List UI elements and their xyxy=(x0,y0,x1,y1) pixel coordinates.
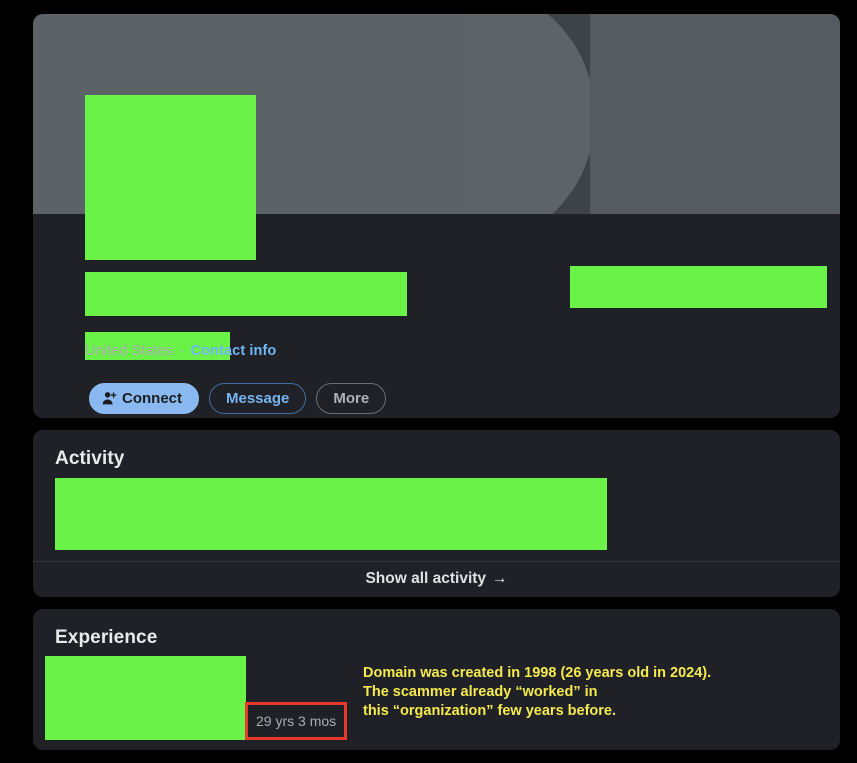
avatar[interactable] xyxy=(85,95,256,260)
connect-button-label: Connect xyxy=(122,390,182,407)
message-button-label: Message xyxy=(226,390,290,407)
message-button[interactable]: Message xyxy=(209,383,307,414)
more-button-label: More xyxy=(333,390,370,407)
activity-section-title: Activity xyxy=(55,448,125,469)
screenshot-root: United States · Contact info Connect Mes… xyxy=(0,0,857,763)
show-all-activity-button[interactable]: Show all activity → xyxy=(33,561,840,597)
profile-action-buttons: Connect Message More xyxy=(89,383,387,414)
experience-card: Experience 29 yrs 3 mos Domain was creat… xyxy=(33,609,840,750)
experience-entry-redacted xyxy=(45,656,246,740)
show-all-activity-label: Show all activity xyxy=(365,570,487,587)
connect-button[interactable]: Connect xyxy=(89,383,199,414)
profile-location-line: United States · Contact info xyxy=(85,343,276,359)
annotation-note: Domain was created in 1998 (26 years old… xyxy=(363,665,712,719)
activity-card: Activity Show all activity → xyxy=(33,430,840,597)
profile-location: United States xyxy=(85,343,174,359)
activity-content-redacted xyxy=(55,478,607,550)
arrow-right-icon: → xyxy=(492,570,508,587)
separator-dot: · xyxy=(179,343,185,359)
experience-duration-text: 29 yrs 3 mos xyxy=(256,713,337,729)
more-button[interactable]: More xyxy=(316,383,387,414)
current-company-redacted xyxy=(570,266,827,308)
person-plus-icon xyxy=(102,391,117,406)
experience-section-title: Experience xyxy=(55,627,158,648)
profile-name-redacted xyxy=(85,272,407,316)
banner-right-panel xyxy=(590,14,840,214)
contact-info-link[interactable]: Contact info xyxy=(191,343,277,359)
experience-duration-highlight: 29 yrs 3 mos xyxy=(245,702,347,740)
profile-card: United States · Contact info Connect Mes… xyxy=(33,14,840,418)
